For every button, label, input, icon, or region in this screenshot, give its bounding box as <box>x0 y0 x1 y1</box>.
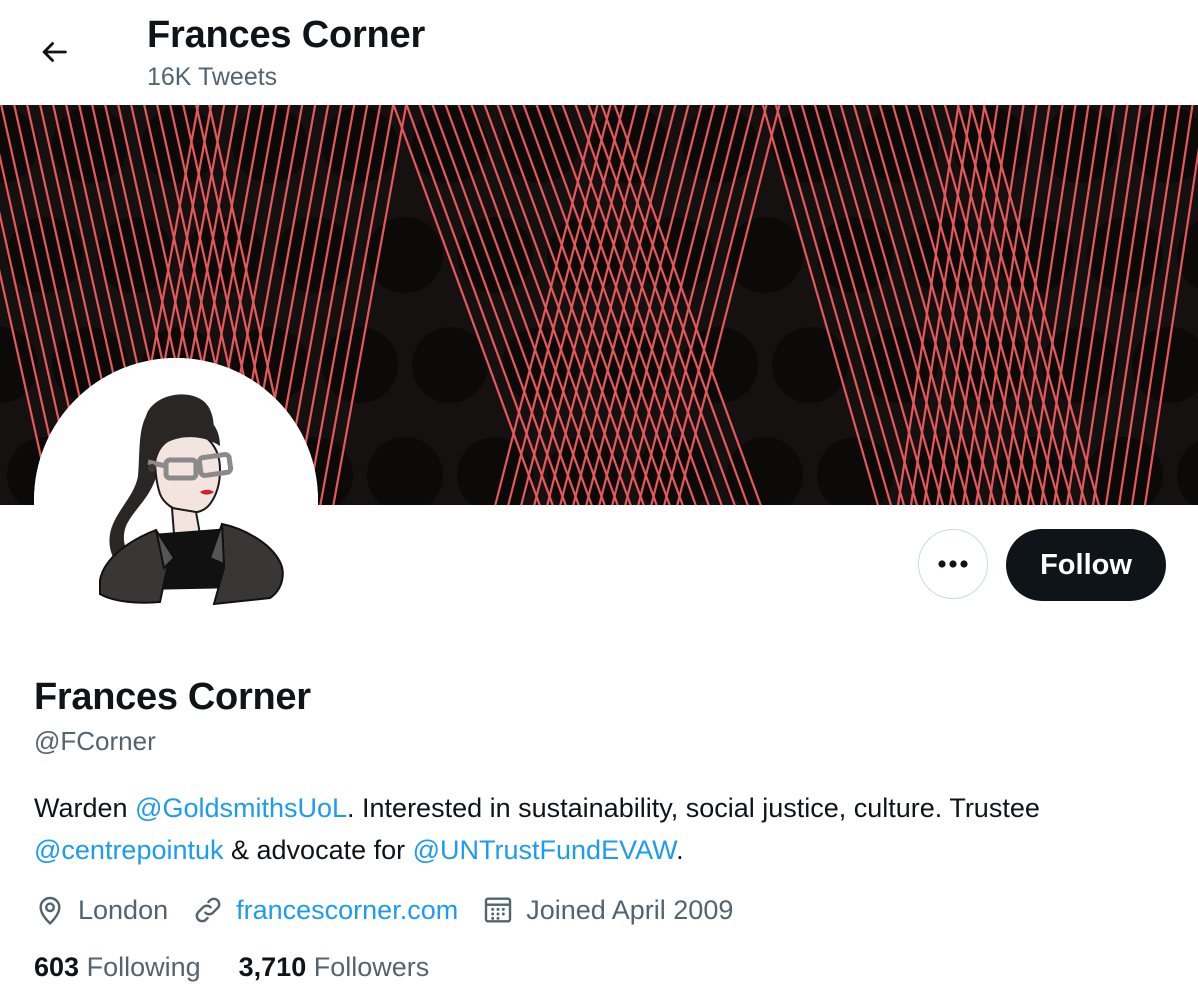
top-bar: Frances Corner 16K Tweets <box>0 0 1198 105</box>
back-button[interactable] <box>22 20 86 84</box>
more-button[interactable] <box>918 529 988 599</box>
profile-handle: @FCorner <box>34 726 156 756</box>
profile-avatar[interactable] <box>34 358 318 642</box>
location-pin-icon <box>39 896 61 925</box>
mention-link[interactable]: @centrepointuk <box>34 835 224 865</box>
bio-text: . Interested in sustainability, social j… <box>347 793 1040 823</box>
more-dots-icon <box>938 560 968 568</box>
bio-text: . <box>676 835 684 865</box>
link-icon <box>195 897 221 923</box>
follow-button[interactable]: Follow <box>1006 529 1166 601</box>
following-label: Following <box>86 952 201 982</box>
followers-label: Followers <box>313 952 430 982</box>
tweet-count: 16K Tweets <box>147 63 278 91</box>
followers-count: 3,710 <box>238 952 307 982</box>
calendar-icon <box>485 897 512 923</box>
profile-bio: Warden @GoldsmithsUoL. Interested in sus… <box>34 787 1174 871</box>
profile-meta: London francescorner.com Joined April 20… <box>34 890 757 930</box>
followers-link[interactable]: 3,710 Followers <box>239 952 430 983</box>
bio-text: Warden <box>34 793 136 823</box>
following-link[interactable]: 603 Following <box>34 952 201 983</box>
following-count: 603 <box>34 952 80 982</box>
profile-name: Frances Corner <box>34 676 311 718</box>
location-item: London <box>34 894 168 926</box>
arrow-left-icon <box>42 42 67 62</box>
website-link[interactable]: francescorner.com <box>236 895 458 926</box>
joined-text: Joined April 2009 <box>526 894 734 925</box>
page-title: Frances Corner <box>147 14 426 56</box>
joined-item: Joined April 2009 <box>482 894 733 926</box>
mention-link[interactable]: @UNTrustFundEVAW <box>413 835 676 865</box>
bio-text: & advocate for <box>223 835 413 865</box>
profile-stats: 603 Following 3,710 Followers <box>34 952 467 983</box>
website-item: francescorner.com <box>192 894 458 926</box>
location-text: London <box>78 894 169 925</box>
mention-link[interactable]: @GoldsmithsUoL <box>135 793 347 823</box>
